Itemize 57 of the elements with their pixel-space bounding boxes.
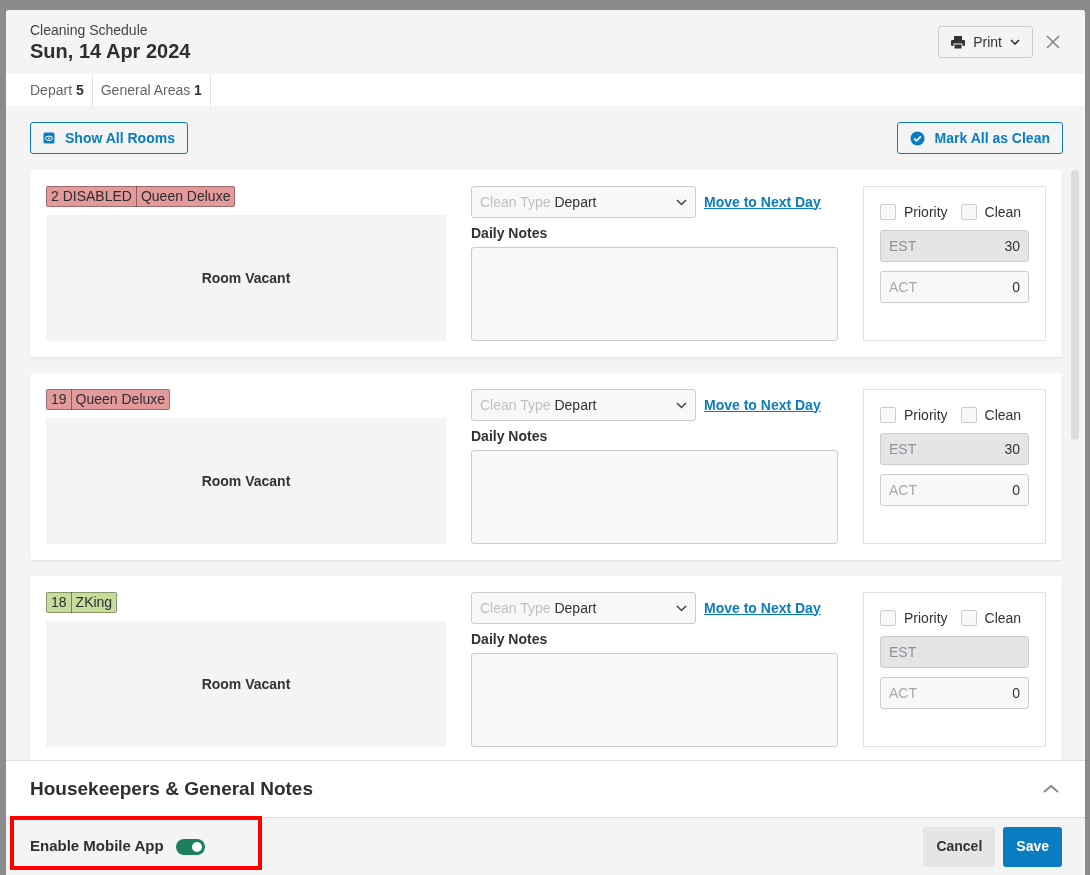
notes-textarea[interactable] xyxy=(471,653,838,747)
move-next-day-link[interactable]: Move to Next Day xyxy=(704,191,821,213)
room-badge: 18 ZKing xyxy=(46,592,118,613)
caret-icon xyxy=(1010,39,1020,45)
caret-icon xyxy=(676,401,687,409)
chevron-icon[interactable] xyxy=(1043,784,1059,794)
est-field[interactable]: EST 30 xyxy=(880,433,1029,465)
room-status: Room Vacant xyxy=(201,268,291,288)
checkbox[interactable] xyxy=(960,204,977,220)
tab[interactable]: Depart 5 xyxy=(6,74,93,106)
mark-all-clean-button[interactable]: Mark All as Clean xyxy=(896,122,1063,154)
act-field[interactable]: ACT 0 xyxy=(880,677,1029,709)
check-circle-icon xyxy=(909,130,925,146)
room-status: Room Vacant xyxy=(201,674,291,694)
checkbox-label: Clean xyxy=(984,608,1022,628)
modal-title: Sun, 14 Apr 2024 xyxy=(30,39,191,63)
checkbox[interactable] xyxy=(960,407,977,423)
est-field[interactable]: EST 30 xyxy=(880,230,1029,262)
room-status: Room Vacant xyxy=(201,471,291,491)
clean-type-dropdown[interactable]: Clean Type Depart xyxy=(471,389,696,421)
checkbox[interactable] xyxy=(880,407,896,423)
notes-label: Daily Notes xyxy=(471,225,549,241)
checkbox-label: Clean xyxy=(984,405,1022,425)
notes-label: Daily Notes xyxy=(471,428,549,444)
checkbox[interactable] xyxy=(960,610,977,626)
checkbox-label: Priority xyxy=(904,405,948,425)
move-next-day-link[interactable]: Move to Next Day xyxy=(704,394,821,416)
checkbox[interactable] xyxy=(880,610,896,626)
cancel-button[interactable]: Cancel xyxy=(923,826,996,867)
mobile-app-toggle[interactable] xyxy=(175,838,205,855)
caret-icon xyxy=(676,604,687,612)
checkbox[interactable] xyxy=(880,204,896,220)
show-all-rooms-button[interactable]: Show All Rooms xyxy=(30,122,188,154)
scrollbar-thumb[interactable] xyxy=(1071,170,1079,440)
checkbox-label: Priority xyxy=(904,202,948,222)
close-icon[interactable] xyxy=(1045,34,1061,50)
act-field[interactable]: ACT 0 xyxy=(880,474,1029,506)
tab[interactable]: General Areas 1 xyxy=(92,74,211,106)
room-badge: 19 Queen Deluxe xyxy=(46,389,171,410)
caret-icon xyxy=(676,198,687,206)
notes-textarea[interactable] xyxy=(471,450,838,544)
save-button[interactable]: Save xyxy=(1003,826,1062,867)
section-title: Housekeepers & General Notes xyxy=(30,776,313,801)
move-next-day-link[interactable]: Move to Next Day xyxy=(704,597,821,619)
room-badge: 2 DISABLED Queen Deluxe xyxy=(46,186,236,207)
printer-icon xyxy=(951,35,966,49)
print-button[interactable]: Print xyxy=(938,26,1033,58)
checkbox-label: Clean xyxy=(984,202,1022,222)
checkbox-label: Priority xyxy=(904,608,948,628)
clean-type-dropdown[interactable]: Clean Type Depart xyxy=(471,592,696,624)
act-field[interactable]: ACT 0 xyxy=(880,271,1029,303)
clean-type-dropdown[interactable]: Clean Type Depart xyxy=(471,186,696,218)
eye-icon xyxy=(43,132,55,144)
notes-label: Daily Notes xyxy=(471,631,549,647)
modal-subtitle: Cleaning Schedule xyxy=(30,22,149,39)
notes-textarea[interactable] xyxy=(471,247,838,341)
mobile-app-label: Enable Mobile App xyxy=(30,836,164,857)
